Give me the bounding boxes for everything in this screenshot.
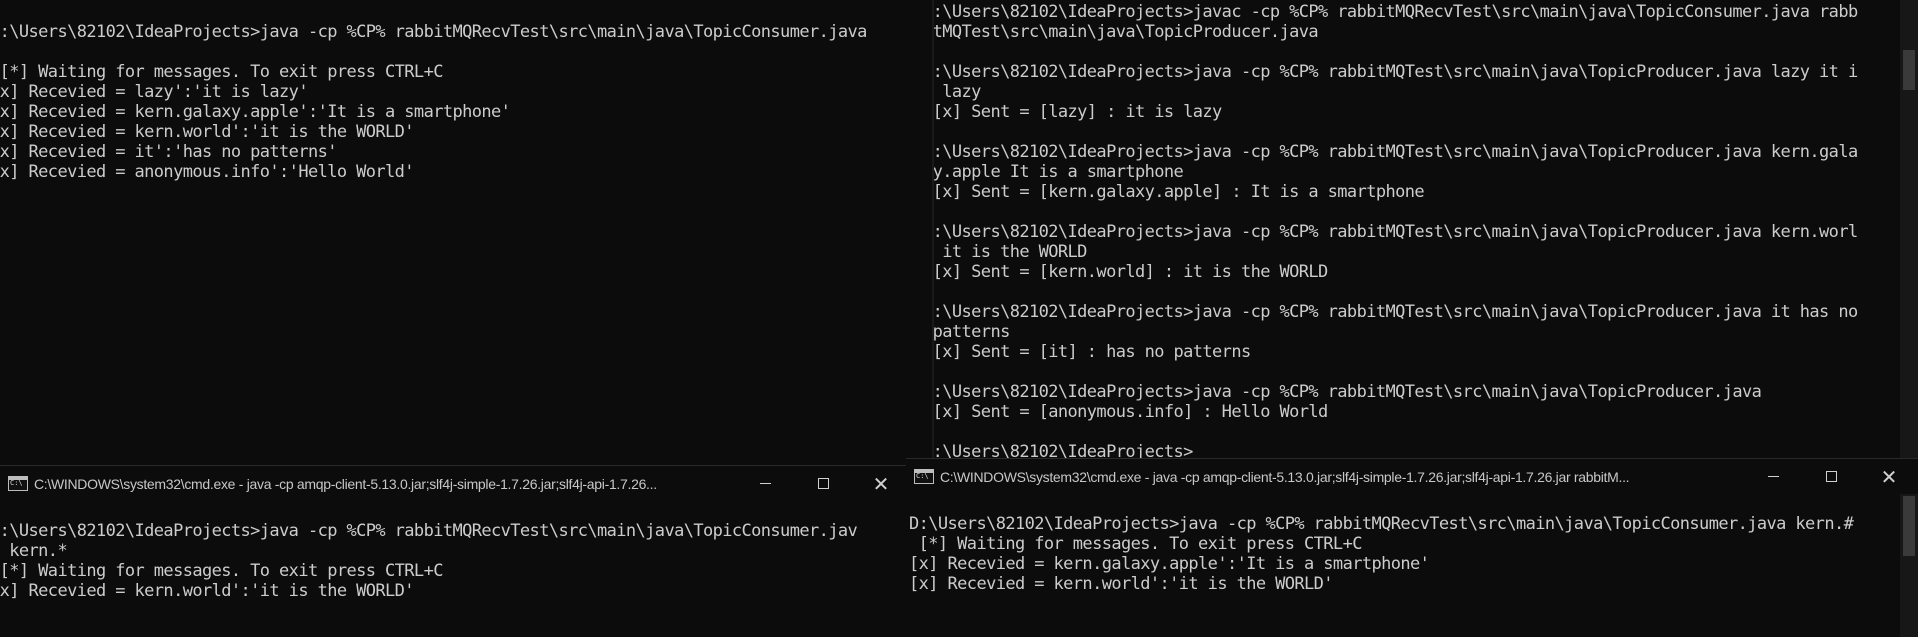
bottom-right-maximize-button[interactable] [1802, 459, 1860, 495]
console-line: D:\Users\82102\IdeaProjects>java -cp %CP… [934, 142, 1858, 162]
bottom-right-scrollbar[interactable] [1900, 494, 1918, 637]
console-line: a kern.* [0, 541, 68, 561]
console-line: [x] Recevied = kern.galaxy.apple':'It is… [0, 102, 511, 122]
top-left-console-window[interactable]: D:\Users\82102\IdeaProjects>java -cp %CP… [0, 0, 914, 460]
minimize-icon [759, 483, 771, 484]
console-line: D:\Users\82102\IdeaProjects>java -cp %CP… [0, 22, 867, 42]
console-line: [x] Sent = [kern.world] : it is the WORL… [934, 262, 1328, 282]
console-line: patterns [934, 322, 1010, 342]
console-line: D:\Users\82102\IdeaProjects>java -cp %CP… [909, 514, 1854, 534]
console-line: [*] Waiting for messages. To exit press … [909, 534, 1363, 554]
bottom-right-window-title: C:\WINDOWS\system32\cmd.exe - java -cp a… [940, 468, 1630, 485]
bottom-left-close-button[interactable]: ✕ [852, 466, 910, 502]
bottom-right-scroll-thumb[interactable] [1903, 496, 1915, 556]
top-right-console-output: D:\Users\82102\IdeaProjects>javac -cp %C… [934, 2, 1858, 460]
bottom-left-maximize-button[interactable] [794, 466, 852, 502]
top-right-scrollbar[interactable] [1900, 0, 1918, 460]
console-line: xy.apple It is a smartphone [934, 162, 1184, 182]
console-line: D:\Users\82102\IdeaProjects>javac -cp %C… [934, 2, 1858, 22]
console-line: D:\Users\82102\IdeaProjects>java -cp %CP… [0, 521, 858, 541]
console-line: [x] Recevied = it':'has no patterns' [0, 142, 337, 162]
cmd-app-icon [8, 476, 28, 491]
console-line: [x] Recevied = kern.world':'it is the WO… [0, 122, 415, 142]
bottom-left-minimize-button[interactable] [736, 466, 794, 502]
bottom-right-titlebar[interactable]: C:\WINDOWS\system32\cmd.exe - java -cp a… [906, 458, 1918, 494]
bottom-right-close-button[interactable]: ✕ [1860, 459, 1918, 495]
bottom-left-console-output: D:\Users\82102\IdeaProjects>java -cp %CP… [0, 521, 858, 601]
console-line: [*] Waiting for messages. To exit press … [0, 561, 443, 581]
console-line: [x] Sent = [it] : has no patterns [934, 342, 1251, 362]
console-line: [x] Recevied = lazy':'it is lazy' [0, 82, 309, 102]
console-line: D:\Users\82102\IdeaProjects>java -cp %CP… [934, 382, 1762, 402]
minimize-icon [1767, 476, 1779, 477]
top-right-scroll-thumb[interactable] [1903, 50, 1915, 90]
maximize-icon [817, 478, 829, 489]
console-line: [x] Sent = [lazy] : it is lazy [934, 102, 1222, 122]
cmd-app-icon [914, 469, 934, 484]
console-line: [x] Recevied = kern.galaxy.apple':'It is… [909, 554, 1430, 574]
bottom-left-titlebar[interactable]: C:\WINDOWS\system32\cmd.exe - java -cp a… [0, 465, 910, 501]
top-left-console-output: D:\Users\82102\IdeaProjects>java -cp %CP… [0, 22, 867, 182]
console-line: [x] Recevied = kern.world':'it is the WO… [909, 574, 1334, 594]
maximize-icon [1825, 471, 1837, 482]
close-icon: ✕ [1880, 464, 1898, 489]
bottom-left-window-title: C:\WINDOWS\system32\cmd.exe - java -cp a… [34, 475, 657, 492]
console-line: D:\Users\82102\IdeaProjects>java -cp %CP… [934, 62, 1858, 82]
console-line: d it is the WORLD [934, 242, 1087, 262]
console-line: itMQTest\src\main\java\TopicProducer.jav… [934, 22, 1319, 42]
bottom-left-console-window[interactable]: D:\Users\82102\IdeaProjects>java -cp %CP… [0, 501, 910, 637]
close-icon: ✕ [872, 471, 890, 496]
console-line: D:\Users\82102\IdeaProjects>java -cp %CP… [934, 222, 1858, 242]
console-line: s lazy [942, 82, 981, 102]
console-line: [x] Sent = [anonymous.info] : Hello Worl… [934, 402, 1328, 422]
bottom-right-console-window[interactable]: D:\Users\82102\IdeaProjects>java -cp %CP… [906, 494, 1918, 637]
bottom-right-console-output: D:\Users\82102\IdeaProjects>java -cp %CP… [909, 514, 1854, 594]
console-line: [x] Sent = [kern.galaxy.apple] : It is a… [934, 182, 1425, 202]
console-line: [x] Recevied = anonymous.info':'Hello Wo… [0, 162, 415, 182]
console-line: D:\Users\82102\IdeaProjects>java -cp %CP… [934, 302, 1858, 322]
bottom-right-minimize-button[interactable] [1744, 459, 1802, 495]
top-right-console-window[interactable]: D:\Users\82102\IdeaProjects>javac -cp %C… [934, 0, 1918, 460]
console-line: [*] Waiting for messages. To exit press … [0, 62, 443, 82]
console-line: [x] Recevied = kern.world':'it is the WO… [0, 581, 415, 601]
